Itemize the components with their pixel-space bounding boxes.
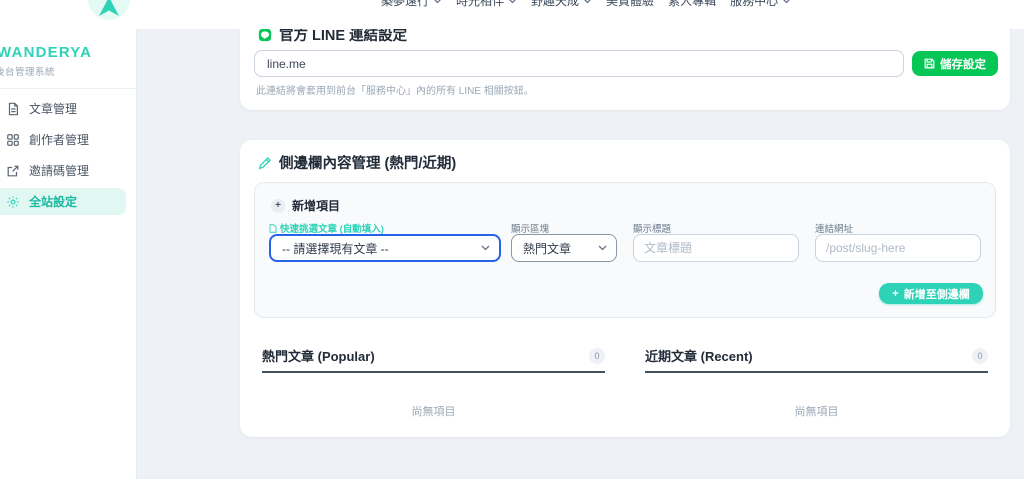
sidebar-item-label: 創作者管理 xyxy=(29,131,89,148)
link-url-input[interactable] xyxy=(815,234,981,262)
sidebar-item-articles[interactable]: 文章管理 xyxy=(0,95,126,122)
popular-empty-text: 尚無項目 xyxy=(262,403,605,419)
line-chat-icon xyxy=(258,28,272,42)
recent-count-badge: 0 xyxy=(972,348,988,364)
block-select[interactable]: 熱門文章 xyxy=(511,234,617,262)
admin-sidebar: WANDERYA 後台管理系統 文章管理 創作者管理 邀請碼管理 全站設定 xyxy=(0,29,137,479)
external-link-icon xyxy=(6,164,20,178)
site-nav: 築夢遠行 時光相伴 野趣天成 美質體驗 素人專輯 服務中心 xyxy=(381,0,791,8)
add-item-title-row: + 新增項目 xyxy=(271,197,340,214)
document-small-icon xyxy=(269,224,277,233)
brand-name: WANDERYA xyxy=(0,44,92,61)
save-button-label: 儲存設定 xyxy=(940,56,986,72)
recent-list: 近期文章 (Recent) 0 尚無項目 xyxy=(645,346,988,419)
display-title-input[interactable] xyxy=(633,234,799,262)
chevron-down-icon xyxy=(508,0,517,4)
sidebar-item-label: 全站設定 xyxy=(29,193,77,210)
nav-item-5[interactable]: 服務中心 xyxy=(730,0,791,8)
block-value: 熱門文章 xyxy=(523,240,571,257)
chevron-down-icon xyxy=(598,245,607,251)
nav-item-1[interactable]: 時光相伴 xyxy=(456,0,517,8)
line-helper-text: 此連結將會套用到前台「服務中心」內的所有 LINE 相關按鈕。 xyxy=(256,82,534,97)
recent-empty-text: 尚無項目 xyxy=(645,403,988,419)
quick-pick-label-text: 快速挑選文章 (自動填入) xyxy=(280,221,384,235)
nav-item-2[interactable]: 野趣天成 xyxy=(531,0,592,8)
popular-list-title: 熱門文章 (Popular) xyxy=(262,346,375,365)
document-icon xyxy=(6,102,20,116)
card-title-row: 側邊欄內容管理 (熱門/近期) xyxy=(258,152,456,173)
chevron-down-icon xyxy=(782,0,791,4)
gear-icon xyxy=(6,195,20,209)
add-item-panel: + 新增項目 快速挑選文章 (自動填入) 顯示區塊 顯示標題 連結網址 -- 請… xyxy=(254,182,996,318)
chevron-down-icon xyxy=(433,0,442,4)
sidebar-menu: 文章管理 創作者管理 邀請碼管理 全站設定 xyxy=(0,95,126,219)
site-logo[interactable] xyxy=(88,0,130,20)
sidebar-item-label: 文章管理 xyxy=(29,100,77,117)
pencil-icon xyxy=(258,156,272,170)
plus-icon: + xyxy=(892,288,898,300)
paper-plane-icon xyxy=(97,0,121,18)
line-url-input[interactable] xyxy=(254,50,904,77)
nav-label: 服務中心 xyxy=(730,0,778,9)
quick-pick-select[interactable]: -- 請選擇現有文章 -- xyxy=(269,234,501,262)
add-item-title: 新增項目 xyxy=(292,197,340,214)
nav-item-4[interactable]: 素人專輯 xyxy=(668,0,716,8)
recent-list-header: 近期文章 (Recent) 0 xyxy=(645,346,988,373)
sidebar-content-card: 側邊欄內容管理 (熱門/近期) + 新增項目 快速挑選文章 (自動填入) 顯示區… xyxy=(240,140,1010,437)
add-to-sidebar-button[interactable]: + 新增至側邊欄 xyxy=(879,283,983,304)
url-label: 連結網址 xyxy=(815,221,853,235)
top-navbar: 築夢遠行 時光相伴 野趣天成 美質體驗 素人專輯 服務中心 xyxy=(0,0,1024,29)
sidebar-divider xyxy=(0,88,136,89)
popular-list-header: 熱門文章 (Popular) 0 xyxy=(262,346,605,373)
sidebar-item-label: 邀請碼管理 xyxy=(29,162,89,179)
chevron-down-icon xyxy=(481,245,490,251)
plus-icon: + xyxy=(271,199,285,213)
nav-label: 野趣天成 xyxy=(531,0,579,9)
title-label: 顯示標題 xyxy=(633,221,671,235)
quick-pick-value: -- 請選擇現有文章 -- xyxy=(282,240,389,257)
brand-subtitle: 後台管理系統 xyxy=(0,64,55,78)
sidebar-item-site-settings[interactable]: 全站設定 xyxy=(0,188,126,215)
popular-count-badge: 0 xyxy=(589,348,605,364)
nav-label: 素人專輯 xyxy=(668,0,716,9)
chevron-down-icon xyxy=(583,0,592,4)
block-label: 顯示區塊 xyxy=(511,221,549,235)
sidebar-item-creators[interactable]: 創作者管理 xyxy=(0,126,126,153)
save-icon xyxy=(924,58,935,69)
recent-list-title: 近期文章 (Recent) xyxy=(645,346,753,365)
nav-label: 時光相伴 xyxy=(456,0,504,9)
quick-pick-label: 快速挑選文章 (自動填入) xyxy=(269,221,384,235)
grid-icon xyxy=(6,133,20,147)
card-title: 側邊欄內容管理 (熱門/近期) xyxy=(279,152,456,173)
sidebar-item-invite-codes[interactable]: 邀請碼管理 xyxy=(0,157,126,184)
save-settings-button[interactable]: 儲存設定 xyxy=(912,51,998,76)
nav-item-3[interactable]: 美質體驗 xyxy=(606,0,654,8)
nav-item-0[interactable]: 築夢遠行 xyxy=(381,0,442,8)
popular-list: 熱門文章 (Popular) 0 尚無項目 xyxy=(262,346,605,419)
nav-label: 美質體驗 xyxy=(606,0,654,9)
add-button-label: 新增至側邊欄 xyxy=(904,286,970,302)
nav-label: 築夢遠行 xyxy=(381,0,429,9)
